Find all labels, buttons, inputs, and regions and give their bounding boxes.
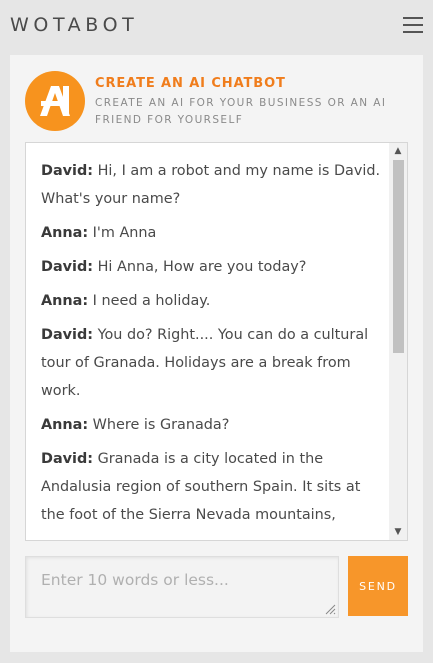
page-title: CREATE AN AI CHATBOT bbox=[95, 76, 286, 91]
chat-message: David: Hi Anna, How are you today? bbox=[41, 253, 386, 281]
chat-transcript[interactable]: David: Hi, I am a robot and my name is D… bbox=[25, 142, 408, 541]
scroll-up-arrow-icon[interactable]: ▲ bbox=[389, 143, 407, 159]
message-text: I'm Anna bbox=[92, 225, 157, 241]
chat-message: Anna: I need a holiday. bbox=[41, 287, 386, 315]
chat-scrollbar[interactable]: ▲ ▼ bbox=[389, 143, 407, 540]
message-speaker: Anna: bbox=[41, 225, 89, 241]
chat-message: Anna: I'm Anna bbox=[41, 219, 386, 247]
wotabot-logo-icon bbox=[25, 71, 85, 131]
message-speaker: Anna: bbox=[41, 417, 89, 433]
send-button[interactable]: SEND bbox=[348, 556, 408, 616]
scrollbar-thumb[interactable] bbox=[393, 160, 404, 353]
page-subtitle: CREATE AN AI FOR YOUR BUSINESS OR AN AI … bbox=[95, 97, 387, 126]
message-speaker: Anna: bbox=[41, 293, 89, 309]
resize-grip-icon[interactable] bbox=[324, 603, 336, 615]
message-speaker: David: bbox=[41, 259, 94, 275]
message-speaker: David: bbox=[41, 451, 94, 467]
brand-logo-text[interactable]: WOTABOT bbox=[10, 13, 138, 37]
message-text: Where is Granada? bbox=[92, 417, 230, 433]
message-list: David: Hi, I am a robot and my name is D… bbox=[41, 157, 386, 535]
chat-message: Anna: Where is Granada? bbox=[41, 411, 386, 439]
hamburger-menu-icon[interactable] bbox=[403, 16, 423, 34]
message-text: Hi Anna, How are you today? bbox=[97, 259, 307, 275]
chat-message: David: Granada is a city located in the … bbox=[41, 445, 386, 529]
chat-message: David: Hi, I am a robot and my name is D… bbox=[41, 157, 386, 213]
message-text: I need a holiday. bbox=[92, 293, 211, 309]
message-input-wrapper bbox=[25, 556, 339, 618]
chat-message: David: You do? Right.... You can do a cu… bbox=[41, 321, 386, 405]
chatbot-panel: CREATE AN AI CHATBOT CREATE AN AI FOR YO… bbox=[10, 55, 423, 652]
scroll-down-arrow-icon[interactable]: ▼ bbox=[389, 524, 407, 540]
top-bar: WOTABOT bbox=[0, 0, 433, 52]
message-speaker: David: bbox=[41, 327, 94, 343]
message-speaker: David: bbox=[41, 163, 94, 179]
message-input[interactable] bbox=[26, 557, 338, 617]
